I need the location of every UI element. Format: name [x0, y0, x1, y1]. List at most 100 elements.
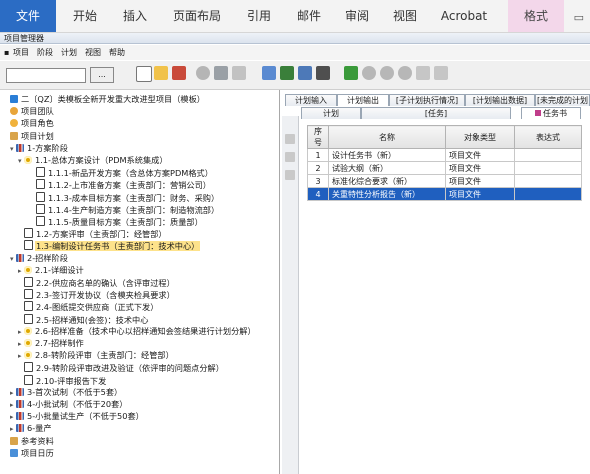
tab-review[interactable]: 审阅: [336, 0, 378, 32]
tree-node[interactable]: ▸ 6-量产: [10, 423, 53, 434]
tab-plan-output-data[interactable]: [计划输出数据]: [465, 94, 535, 106]
expand-toggle-icon[interactable]: ▸: [18, 327, 24, 338]
tree-node[interactable]: 参考资料: [4, 436, 55, 447]
table-row[interactable]: 3 标准化综合要求（新） 项目文件: [307, 174, 582, 188]
zoom-in-icon[interactable]: [362, 66, 376, 80]
report-icon[interactable]: [316, 66, 330, 80]
col-expr[interactable]: 表达式: [514, 125, 582, 149]
cell-no: 1: [307, 148, 329, 162]
tree-node[interactable]: 1.1.2-上市准备方案（主责部门：营销公司）: [30, 179, 212, 190]
tab-home[interactable]: 开始: [62, 0, 108, 32]
subtab-task[interactable]: [任务]: [361, 107, 511, 119]
add-row-icon[interactable]: [285, 134, 295, 144]
cluster-icon[interactable]: [196, 66, 210, 80]
tree-node[interactable]: 1.1.1-新品开发方案（含总体方案PDM格式）: [30, 167, 214, 178]
tree-node[interactable]: 项目角色: [4, 118, 55, 129]
zoom-out-icon[interactable]: [380, 66, 394, 80]
menu-help[interactable]: 帮助: [109, 45, 125, 60]
tree-node[interactable]: 2.2-供应商名单的确认（含评审过程）: [18, 277, 176, 288]
output-table: 序号 名称 对象类型 表达式 1 设计任务书（新） 项目文件 2 试验大纲（新） 项目文件…: [307, 125, 582, 201]
col-type[interactable]: 对象类型: [445, 125, 515, 149]
cell-expr: [514, 161, 582, 175]
menu-project[interactable]: 项目: [13, 45, 29, 60]
tree-node[interactable]: 项目团队: [4, 106, 55, 117]
table-row[interactable]: 1 设计任务书（新） 项目文件: [307, 148, 582, 162]
tree-node-label: 2-招样阶段: [27, 252, 68, 263]
tree-node[interactable]: ▾ 1.1-总体方案设计（PDM系统集成）: [18, 155, 169, 166]
cell-expr: [514, 148, 582, 162]
plan-icon: [10, 436, 18, 445]
tree-node[interactable]: ▸ 2.6-招样准备（技术中心以招样通知会签结果进行计划分解）: [18, 326, 257, 337]
tab-plan-output[interactable]: 计划输出: [337, 94, 389, 106]
menu-view[interactable]: 视图: [85, 45, 101, 60]
tab-insert[interactable]: 插入: [112, 0, 158, 32]
subtab-plan[interactable]: 计划: [301, 107, 361, 119]
new-icon[interactable]: [136, 66, 152, 82]
window-icon[interactable]: [298, 66, 312, 80]
doc-icon: [36, 167, 45, 178]
tab-page-layout[interactable]: 页面布局: [160, 0, 234, 32]
expand-toggle-icon[interactable]: ▸: [18, 351, 24, 362]
tab-file[interactable]: 文件: [0, 0, 56, 32]
tree-node[interactable]: 1.1.5-质量目标方案（主责部门：质量部）: [30, 216, 204, 227]
tab-view[interactable]: 视图: [384, 0, 426, 32]
tree-node[interactable]: ▸ 5-小批量试生产（不低于50套）: [10, 411, 145, 422]
tab-acrobat[interactable]: Acrobat: [430, 0, 498, 32]
cell-no: 2: [307, 161, 329, 175]
bookmark-icon[interactable]: [416, 66, 430, 80]
tree-node[interactable]: 1.1.4-生产制造方案（主责部门：制造物流部）: [30, 203, 220, 215]
chart-icon[interactable]: [280, 66, 294, 80]
puzzle-icon[interactable]: [214, 66, 228, 80]
tab-references[interactable]: 引用: [238, 0, 280, 32]
delete-row-icon[interactable]: [285, 170, 295, 180]
search-button[interactable]: ...: [90, 67, 114, 83]
edit-row-icon[interactable]: [285, 152, 295, 162]
menu-plan[interactable]: 计划: [61, 45, 77, 60]
delete-icon[interactable]: [172, 66, 186, 80]
tree-node[interactable]: ▾ 1-方案阶段: [10, 143, 69, 154]
tab-unfinished-plan[interactable]: [未完成的计划: [535, 94, 590, 106]
tree-node[interactable]: ▸ 3-首次试制（不低于5套）: [10, 387, 123, 398]
refresh-icon[interactable]: [344, 66, 358, 80]
tree-node[interactable]: ▸ 2.8-转阶段评审（主责部门：经管部）: [18, 350, 175, 361]
expand-toggle-icon[interactable]: ▸: [18, 266, 24, 277]
tree-node[interactable]: ▸ 4-小批试制（不低于20套）: [10, 399, 128, 410]
table-row[interactable]: 4 关重特性分析报告（新） 项目文件: [307, 187, 582, 201]
tab-plan-input[interactable]: 计划输入: [285, 94, 337, 106]
tree-node[interactable]: 2.3-签订开发协议（含模夹检具要求）: [18, 289, 176, 300]
tree-node-label: 2.4-图纸提交供应商（正式下发）: [36, 302, 159, 313]
tree-node[interactable]: ▾ 2-招样阶段: [10, 253, 69, 264]
tree-node[interactable]: ▸ 2.7-招样制作: [18, 338, 85, 349]
col-name[interactable]: 名称: [328, 125, 446, 149]
tree-node[interactable]: 1.1.3-成本目标方案（主责部门：财务、采购）: [30, 191, 220, 203]
expand-toggle-icon[interactable]: ▸: [18, 339, 24, 350]
tree-node[interactable]: 二〔QZ〕类模板全新开发重大改进型项目（模板）: [4, 94, 206, 105]
expand-toggle-icon[interactable]: ▾: [18, 156, 24, 167]
search-input[interactable]: [6, 68, 86, 83]
open-folder-icon[interactable]: [154, 66, 168, 80]
gear-icon: [24, 339, 32, 347]
clipboard-icon[interactable]: [434, 66, 448, 80]
tree-node[interactable]: 2.4-图纸提交供应商（正式下发）: [18, 301, 159, 312]
tree-node[interactable]: 1.2-方案评审（主责部门：经管部）: [18, 228, 168, 239]
tree-node[interactable]: 2.5-招样通知(会签)：技术中心: [18, 313, 149, 325]
tree-node-label: 1.2-方案评审（主责部门：经管部）: [36, 229, 167, 240]
tab-mailings[interactable]: 邮件: [288, 0, 330, 32]
tree-node[interactable]: 2.10-评审报告下发: [18, 374, 107, 386]
window-controls[interactable]: ▭: [574, 11, 584, 24]
tab-format[interactable]: 格式: [508, 0, 564, 32]
puzzle-gray-icon[interactable]: [232, 66, 246, 80]
tab-subplan-status[interactable]: [子计划执行情况]: [389, 94, 465, 106]
tree-node-label: 2.2-供应商名单的确认（含评审过程）: [36, 278, 175, 288]
tree-node[interactable]: 2.9-转阶段评审改进及验证（依评审的问题点分解）: [18, 362, 225, 373]
table-row[interactable]: 2 试验大纲（新） 项目文件: [307, 161, 582, 175]
indent-icon[interactable]: [262, 66, 276, 80]
menu-stage[interactable]: 阶段: [37, 45, 53, 60]
tree-node[interactable]: 项目日历: [4, 448, 55, 459]
tree-node[interactable]: 1.3-编制设计任务书（主责部门：技术中心）: [18, 240, 201, 252]
col-no[interactable]: 序号: [307, 125, 329, 149]
tree-node[interactable]: 项目计划: [4, 131, 55, 142]
search-icon[interactable]: [398, 66, 412, 80]
tree-node[interactable]: ▸ 2.1-详细设计: [18, 265, 85, 276]
subtab-task-book[interactable]: 任务书: [521, 107, 581, 119]
